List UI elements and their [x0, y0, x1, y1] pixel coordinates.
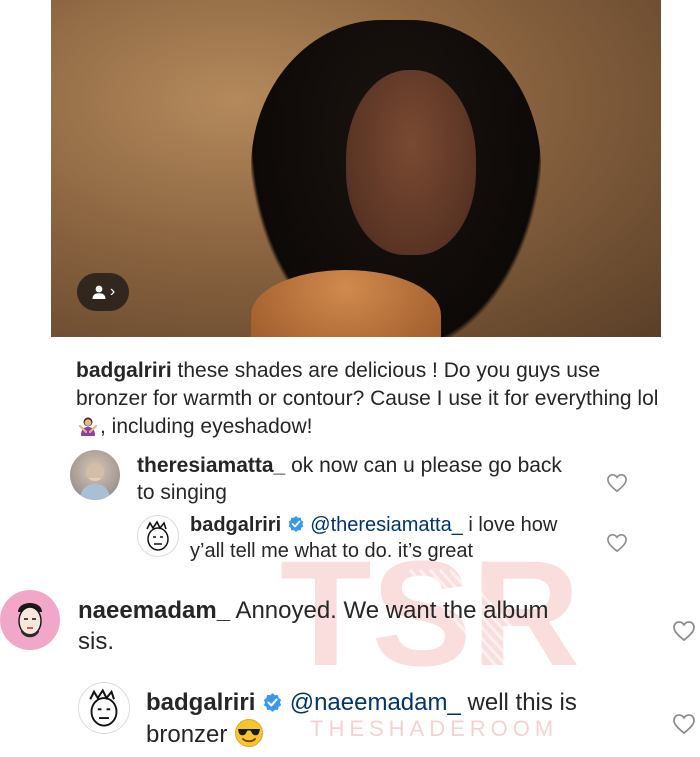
comment-username[interactable]: badgalriri: [190, 514, 281, 536]
chevron-right-icon: ›: [109, 283, 116, 300]
post-caption: badgalriri these shades are delicious ! …: [76, 357, 661, 441]
avatar-naeemadam[interactable]: [0, 590, 60, 650]
comment-theresiamatta: theresiamatta_ ok now can u please go ba…: [137, 452, 577, 506]
woman-gesturing-no-emoji: [78, 417, 98, 436]
caption-username[interactable]: badgalriri: [76, 359, 172, 382]
tagged-people-button[interactable]: ›: [77, 273, 129, 311]
comment-badgalriri-reply-2: badgalriri @naeemadam_ well this is bron…: [146, 687, 596, 750]
heart-icon[interactable]: [606, 473, 628, 493]
cartoon-avatar-icon: [18, 603, 42, 638]
face-shape: [346, 70, 476, 255]
cartoon-face-icon: [146, 520, 169, 551]
comment-username[interactable]: badgalriri: [146, 689, 255, 716]
smiling-face-with-sunglasses-emoji: [235, 719, 264, 747]
avatar-theresiamatta[interactable]: [70, 450, 120, 500]
person-icon: [92, 285, 106, 299]
comment-username[interactable]: naeemadam_: [78, 597, 230, 624]
caption-text-part2: , including eyeshadow!: [100, 415, 313, 438]
heart-icon[interactable]: [672, 713, 696, 735]
comment-mention[interactable]: @naeemadam_: [290, 689, 461, 716]
verified-badge-icon: [263, 693, 282, 712]
user-photo-icon: [80, 463, 110, 500]
comment-naeemadam: naeemadam_ Annoyed. We want the album si…: [78, 595, 578, 657]
cartoon-face-icon: [89, 688, 118, 727]
comment-username[interactable]: theresiamatta_: [137, 454, 285, 477]
avatar-badgalriri[interactable]: [137, 515, 179, 557]
avatar-badgalriri[interactable]: [78, 682, 130, 734]
post-image[interactable]: [51, 0, 661, 337]
heart-icon[interactable]: [606, 533, 628, 553]
heart-icon[interactable]: [672, 620, 696, 642]
comment-badgalriri-reply-1: badgalriri @theresiamatta_ i love how y’…: [190, 512, 590, 564]
comment-mention[interactable]: @theresiamatta_: [310, 514, 463, 536]
verified-badge-icon: [288, 516, 304, 532]
